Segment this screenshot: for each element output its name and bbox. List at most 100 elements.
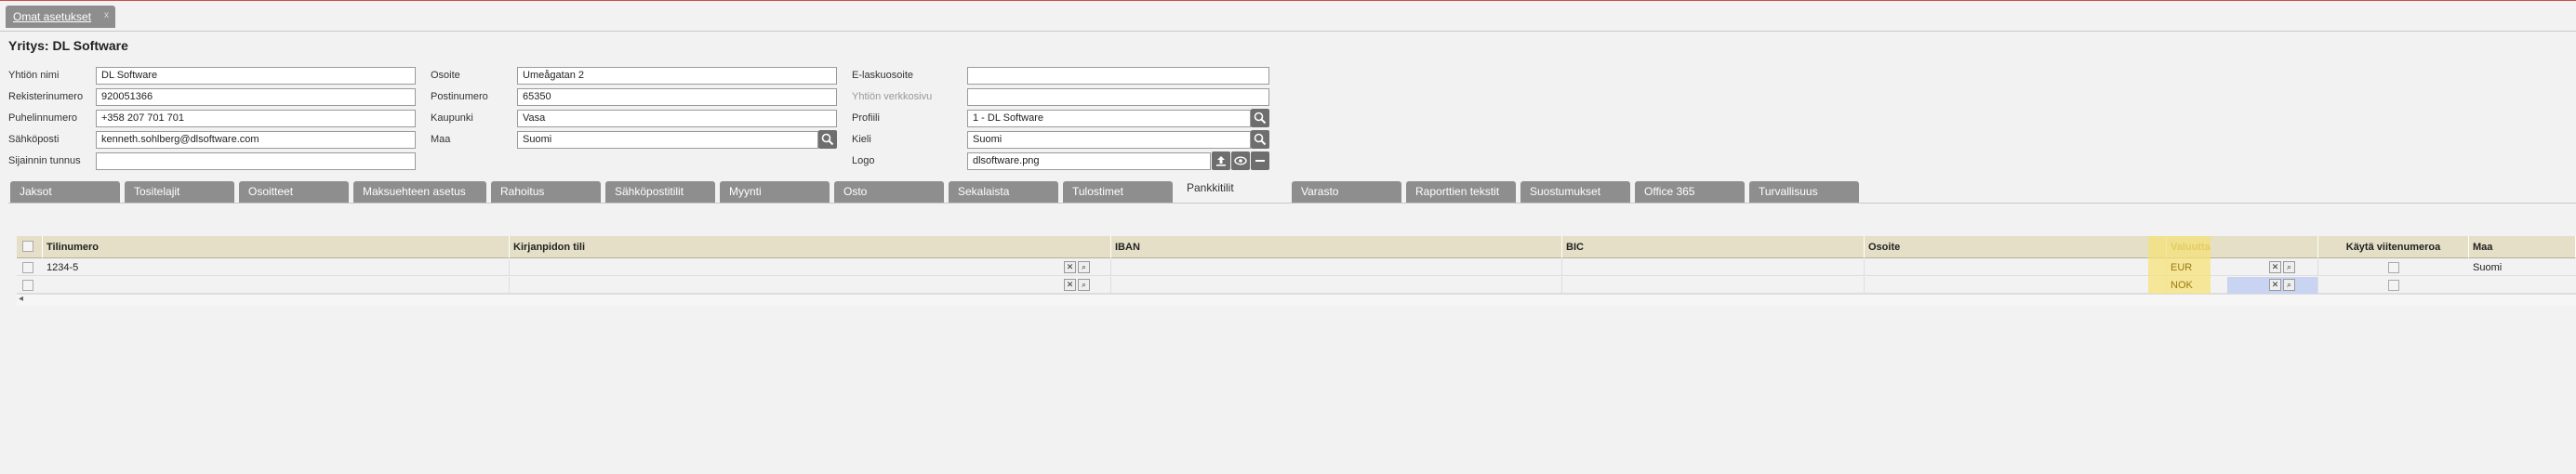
profile-field[interactable]: 1 - DL Software	[967, 110, 1251, 127]
address-cell[interactable]	[1865, 277, 2167, 294]
city-field[interactable]: Vasa	[517, 110, 837, 127]
logo-label: Logo	[852, 155, 875, 166]
header-bic[interactable]: BIC	[1562, 236, 1865, 258]
clear-icon[interactable]: ✕	[2269, 279, 2281, 291]
select-all-checkbox[interactable]	[22, 241, 33, 252]
postal-field[interactable]: 65350	[517, 88, 837, 106]
tab-maksuehteen-asetus[interactable]: Maksuehteen asetus	[353, 181, 486, 203]
tab-osoitteet[interactable]: Osoitteet	[239, 181, 349, 203]
email-field[interactable]: kenneth.sohlberg@dlsoftware.com	[96, 131, 416, 149]
phone-label: Puhelinnumero	[8, 112, 77, 124]
einvoice-label: E-laskuosoite	[852, 70, 914, 81]
clear-icon[interactable]: ✕	[2269, 261, 2281, 273]
tab-turvallisuus[interactable]: Turvallisuus	[1749, 181, 1859, 203]
website-label: Yhtiön verkkosivu	[852, 91, 933, 102]
location-label: Sijainnin tunnus	[8, 155, 81, 166]
iban-cell[interactable]	[1111, 259, 1562, 276]
close-icon[interactable]: x	[104, 10, 109, 20]
reg-number-label: Rekisterinumero	[8, 91, 84, 102]
einvoice-field[interactable]	[967, 67, 1269, 85]
search-icon[interactable]: ⌕	[1078, 279, 1090, 291]
tab-sahkopostitilit[interactable]: Sähköpostitilit	[605, 181, 715, 203]
table-row[interactable]: 1234-5 ✕ ⌕ EUR ✕ ⌕ Suomi	[17, 259, 2576, 276]
tab-suostumukset[interactable]: Suostumukset	[1520, 181, 1630, 203]
company-name-field[interactable]: DL Software	[96, 67, 416, 85]
tab-varasto[interactable]: Varasto	[1292, 181, 1401, 203]
iban-cell[interactable]	[1111, 277, 1562, 294]
tab-tositelajit[interactable]: Tositelajit	[125, 181, 234, 203]
use-reference-checkbox[interactable]	[2388, 262, 2399, 273]
section-tab-bar: Jaksot Tositelajit Osoitteet Maksuehteen…	[8, 181, 2576, 206]
horizontal-scrollbar[interactable]: ◂	[17, 294, 2576, 306]
language-field[interactable]: Suomi	[967, 131, 1251, 149]
page-title: Yritys: DL Software	[8, 38, 128, 53]
tab-myynti[interactable]: Myynti	[720, 181, 830, 203]
search-icon[interactable]: ⌕	[1078, 261, 1090, 273]
ledger-account-cell[interactable]	[510, 277, 1111, 294]
document-tab-strip: Omat asetukset x	[0, 1, 2576, 32]
address-cell[interactable]	[1865, 259, 2167, 276]
scroll-left-icon[interactable]: ◂	[19, 294, 23, 304]
logo-upload-button[interactable]	[1212, 151, 1230, 170]
clear-icon[interactable]: ✕	[1064, 261, 1076, 273]
country-cell[interactable]	[2469, 277, 2576, 294]
header-ledger-account[interactable]: Kirjanpidon tili	[510, 236, 1111, 258]
account-number-cell[interactable]: 1234-5	[43, 259, 510, 276]
country-field[interactable]: Suomi	[517, 131, 818, 149]
logo-field[interactable]: dlsoftware.png	[967, 152, 1211, 170]
header-use-reference[interactable]: Käytä viitenumeroa	[2318, 236, 2469, 258]
header-account-number[interactable]: Tilinumero	[43, 236, 510, 258]
profile-search-button[interactable]	[1251, 109, 1269, 127]
account-number-cell[interactable]	[43, 277, 510, 294]
tab-sekalaista[interactable]: Sekalaista	[949, 181, 1058, 203]
country-label: Maa	[431, 134, 451, 145]
country-cell[interactable]: Suomi	[2469, 259, 2576, 276]
language-search-button[interactable]	[1251, 130, 1269, 149]
search-icon	[1254, 133, 1267, 146]
row-select-checkbox[interactable]	[22, 280, 33, 291]
header-iban[interactable]: IBAN	[1111, 236, 1562, 258]
ledger-account-cell[interactable]	[510, 259, 1111, 276]
tab-rahoitus[interactable]: Rahoitus	[491, 181, 601, 203]
email-label: Sähköposti	[8, 134, 60, 145]
tab-tulostimet[interactable]: Tulostimet	[1063, 181, 1173, 203]
country-search-button[interactable]	[818, 130, 837, 149]
tab-raporttien-tekstit[interactable]: Raporttien tekstit	[1406, 181, 1516, 203]
clear-icon[interactable]: ✕	[1064, 279, 1076, 291]
search-icon[interactable]: ⌕	[2283, 261, 2295, 273]
location-field[interactable]	[96, 152, 416, 170]
search-icon[interactable]: ⌕	[2283, 279, 2295, 291]
search-icon	[821, 133, 834, 146]
upload-icon	[1216, 156, 1226, 166]
phone-field[interactable]: +358 207 701 701	[96, 110, 416, 127]
profile-label: Profiili	[852, 112, 880, 124]
postal-label: Postinumero	[431, 91, 488, 102]
currency-cell[interactable]: NOK	[2167, 277, 2318, 294]
search-icon	[1254, 112, 1267, 125]
address-label: Osoite	[431, 70, 460, 81]
website-field[interactable]	[967, 88, 1269, 106]
tab-jaksot[interactable]: Jaksot	[10, 181, 120, 203]
use-reference-checkbox[interactable]	[2388, 280, 2399, 291]
header-country[interactable]: Maa	[2469, 236, 2576, 258]
bic-cell[interactable]	[1562, 277, 1865, 294]
language-label: Kieli	[852, 134, 871, 145]
row-select-checkbox[interactable]	[22, 262, 33, 273]
select-all-header[interactable]	[17, 236, 43, 258]
table-row[interactable]: ✕ ⌕ NOK ✕ ⌕	[17, 277, 2576, 294]
city-label: Kaupunki	[431, 112, 473, 124]
company-name-label: Yhtiön nimi	[8, 70, 60, 81]
app-window: Omat asetukset x Yritys: DL Software Yht…	[0, 0, 2576, 474]
tab-pankkitilit[interactable]: Pankkitilit	[1177, 178, 1287, 199]
reg-number-field[interactable]: 920051366	[96, 88, 416, 106]
bic-cell[interactable]	[1562, 259, 1865, 276]
currency-cell[interactable]: EUR	[2167, 259, 2318, 276]
tab-office-365[interactable]: Office 365	[1635, 181, 1745, 203]
document-tab[interactable]: Omat asetukset x	[6, 6, 115, 28]
tab-osto[interactable]: Osto	[834, 181, 944, 203]
header-address[interactable]: Osoite	[1865, 236, 2167, 258]
document-tab-label[interactable]: Omat asetukset	[13, 10, 91, 23]
logo-remove-button[interactable]	[1251, 151, 1269, 170]
logo-view-button[interactable]	[1231, 151, 1250, 170]
address-field[interactable]: Umeågatan 2	[517, 67, 837, 85]
